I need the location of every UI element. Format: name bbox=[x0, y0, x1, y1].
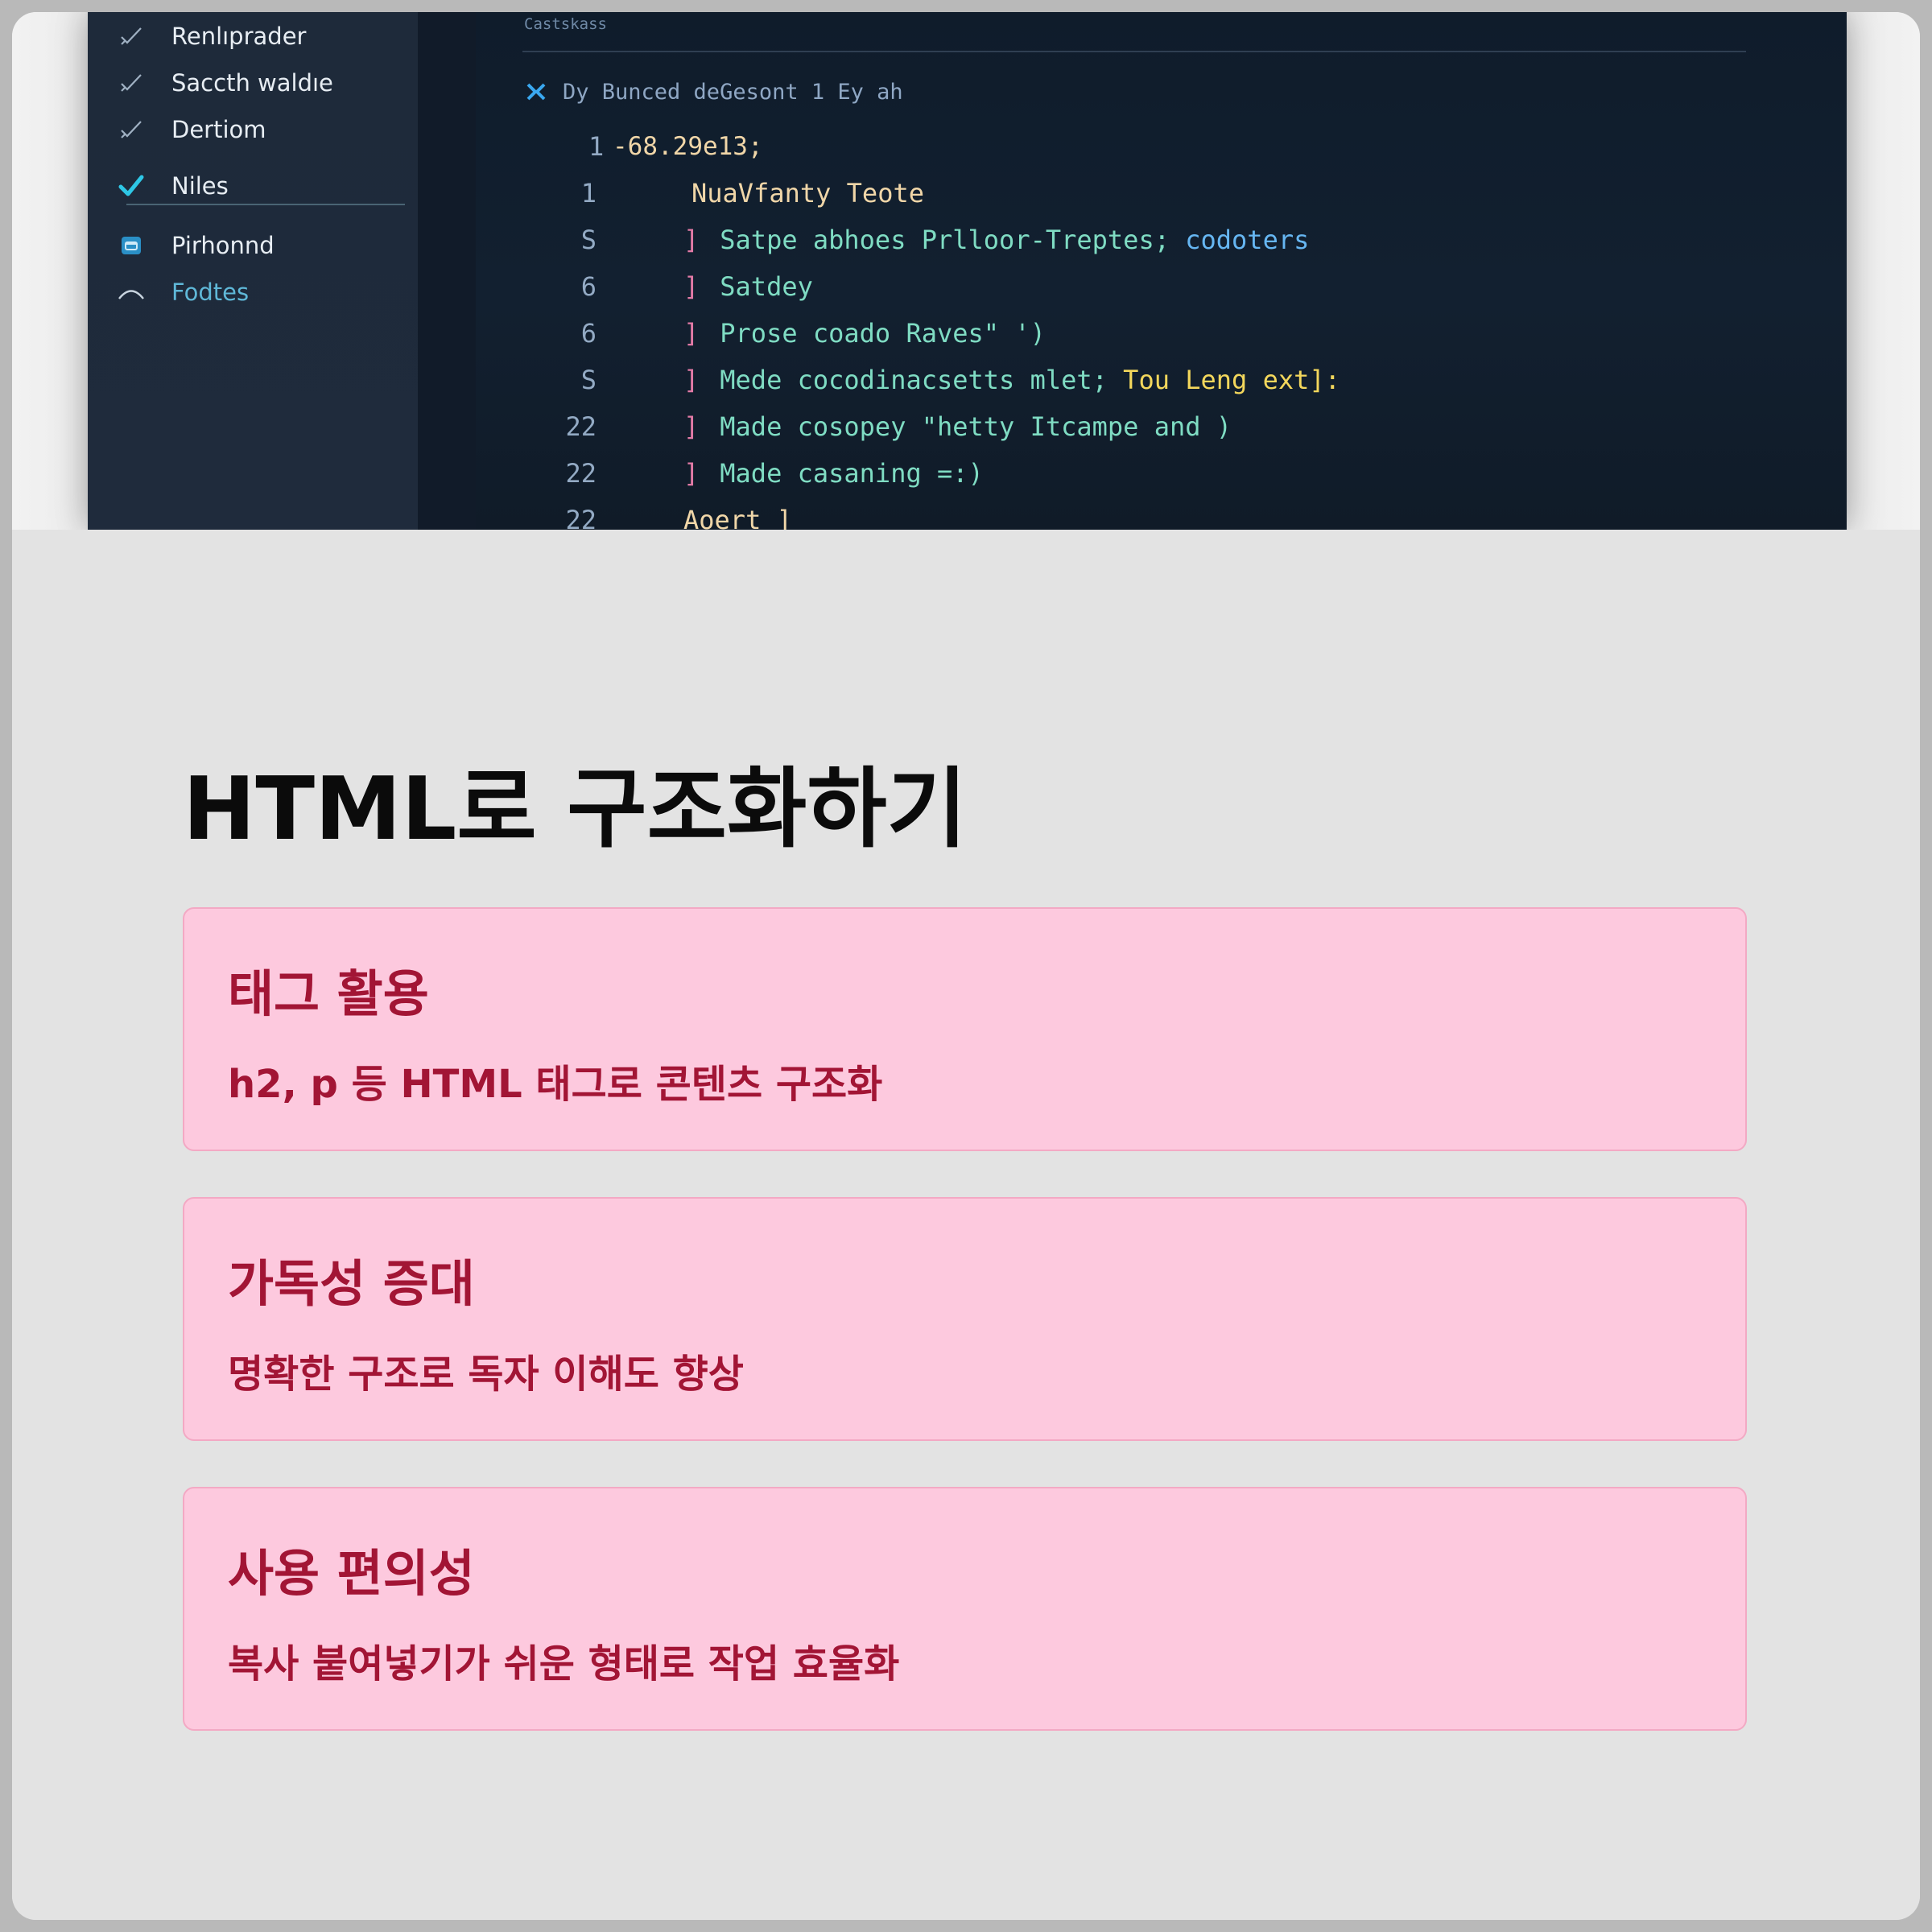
sidebar-item-1[interactable]: Renlıprader bbox=[115, 20, 306, 52]
code-text: -68.29e13; bbox=[613, 132, 763, 161]
breadcrumb[interactable]: Dy Bunced deGesont 1 Ey ah bbox=[526, 80, 903, 105]
feature-card: 태그 활용 h2, p 등 HTML 태그로 콘텐츠 구조화 bbox=[183, 907, 1747, 1151]
check-thin-icon bbox=[115, 114, 147, 146]
sidebar-item-label: Renlıprader bbox=[171, 23, 307, 50]
line-number: S bbox=[580, 365, 597, 395]
line-number: S bbox=[580, 225, 597, 255]
tool-icon bbox=[526, 82, 547, 103]
editor-gutter-strip bbox=[418, 12, 476, 530]
sidebar-item-label: Dertiom bbox=[171, 116, 266, 143]
line-number: 6 bbox=[580, 271, 597, 302]
card-description: h2, p 등 HTML 태그로 콘텐츠 구조화 bbox=[228, 1062, 883, 1107]
line-number: 22 bbox=[565, 458, 597, 489]
sidebar-item-label: Saccth waldıe bbox=[171, 69, 333, 97]
card-title: 가독성 증대 bbox=[228, 1254, 475, 1313]
sidebar-item-3[interactable]: Dertiom bbox=[115, 114, 266, 146]
editor-window: Renlıprader Saccth waldıe Dertiom Niles … bbox=[88, 12, 1847, 535]
editor-screenshot: Renlıprader Saccth waldıe Dertiom Niles … bbox=[12, 12, 1920, 535]
card-title: 사용 편의성 bbox=[228, 1544, 475, 1603]
code-text: ] Made cosopey "hetty Itcampe and ) bbox=[683, 411, 1232, 442]
check-bold-icon bbox=[115, 170, 147, 202]
breadcrumb-text: Dy Bunced deGesont 1 Ey ah bbox=[563, 80, 903, 105]
check-thin-icon bbox=[115, 67, 147, 99]
pane-header: Castskass bbox=[524, 15, 607, 33]
sidebar-item-label: Pirhonnd bbox=[171, 232, 275, 259]
page-title: HTML로 구조화하기 bbox=[183, 759, 968, 860]
feature-card: 사용 편의성 복사 붙여넣기가 쉬운 형태로 작업 효율화 bbox=[183, 1487, 1747, 1731]
editor-sidebar: Renlıprader Saccth waldıe Dertiom Niles … bbox=[88, 12, 418, 530]
line-number: 1 bbox=[580, 178, 597, 208]
card-description: 복사 붙여넣기가 쉬운 형태로 작업 효율화 bbox=[228, 1641, 900, 1686]
feature-card: 가독성 증대 명확한 구조로 독자 이해도 향상 bbox=[183, 1197, 1747, 1441]
sidebar-item-5[interactable]: Pirhonnd bbox=[115, 229, 275, 262]
sidebar-item-label: Fodtes bbox=[171, 279, 250, 306]
line-number: 6 bbox=[580, 318, 597, 349]
code-text: ] Prose coado Raves" ') bbox=[683, 318, 1046, 349]
sidebar-divider bbox=[126, 204, 405, 205]
line-number: 22 bbox=[565, 411, 597, 442]
sidebar-item-6[interactable]: Fodtes bbox=[115, 276, 249, 308]
content-section: HTML로 구조화하기 태그 활용 h2, p 등 HTML 태그로 콘텐츠 구… bbox=[12, 530, 1920, 1920]
code-text: NuaVfanty Teote bbox=[691, 178, 924, 208]
code-text: ] Mede cocodinacsetts mlet; Tou Leng ext]… bbox=[683, 365, 1340, 395]
chevron-up-icon bbox=[115, 276, 147, 308]
sidebar-item-2[interactable]: Saccth waldıe bbox=[115, 67, 333, 99]
card-title: 태그 활용 bbox=[228, 964, 429, 1023]
card-description: 명확한 구조로 독자 이해도 향상 bbox=[228, 1352, 744, 1397]
check-thin-icon bbox=[115, 20, 147, 52]
code-text: ] Made casaning =:) bbox=[683, 458, 984, 489]
sidebar-item-4[interactable]: Niles bbox=[115, 170, 229, 202]
code-text: ] Satpe abhoes Prlloor-Treptes; codoters bbox=[683, 225, 1310, 255]
sidebar-item-label: Niles bbox=[171, 172, 229, 200]
code-pane: Castskass Dy Bunced deGesont 1 Ey ah 1 -… bbox=[476, 12, 1847, 535]
code-text: ] Satdey bbox=[683, 271, 813, 302]
screenshot-frame: Renlıprader Saccth waldıe Dertiom Niles … bbox=[12, 12, 1920, 1920]
window-icon bbox=[115, 229, 147, 262]
pane-divider bbox=[522, 51, 1746, 52]
